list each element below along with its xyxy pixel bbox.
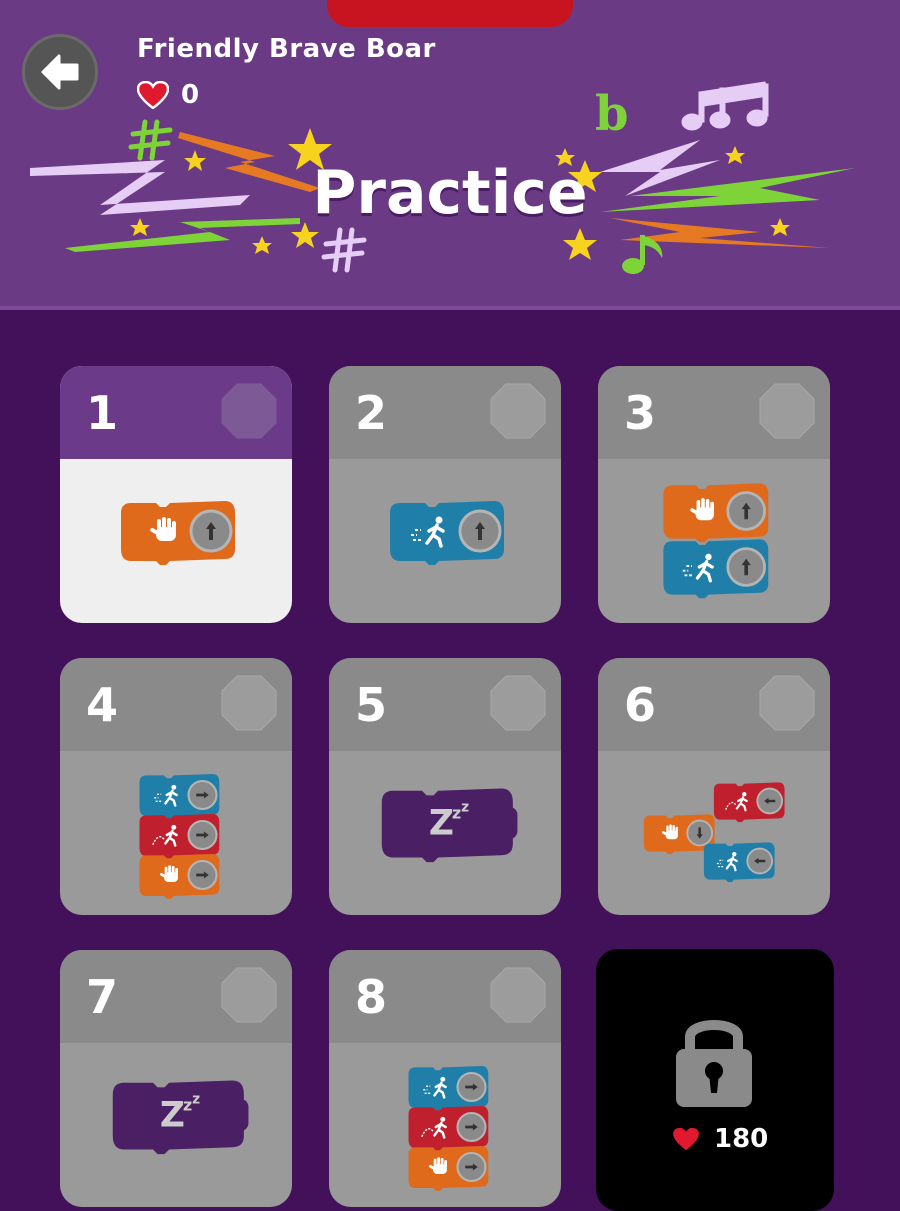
player-name: Friendly Brave Boar	[137, 34, 436, 64]
svg-text:b: b	[595, 86, 629, 142]
top-tab[interactable]	[327, 0, 573, 27]
level-number: 3	[624, 386, 657, 440]
level-blocks	[329, 459, 561, 623]
svg-text:z: z	[461, 800, 469, 816]
level-blocks	[598, 751, 830, 915]
level-blocks	[329, 1043, 561, 1207]
level-number: 7	[86, 970, 119, 1024]
level-card-8[interactable]: 8	[329, 950, 561, 1207]
octagon-badge-icon	[759, 675, 815, 731]
code-block	[663, 539, 769, 599]
header-edge	[0, 280, 900, 310]
level-blocks: Zzz	[60, 1043, 292, 1207]
code-block	[390, 501, 504, 565]
level-card-7[interactable]: 7 Zzz	[60, 950, 292, 1207]
octagon-badge-icon	[221, 675, 277, 731]
code-block: Zz z	[381, 788, 518, 863]
octagon-badge-icon	[759, 383, 815, 439]
level-number: 1	[86, 386, 119, 440]
padlock-icon	[676, 1020, 752, 1107]
octagon-badge-icon	[490, 383, 546, 439]
level-number: 6	[624, 678, 657, 732]
level-card-3[interactable]: 3	[598, 366, 830, 623]
code-block	[139, 814, 220, 859]
level-blocks	[60, 751, 292, 915]
svg-text:Z: Z	[429, 804, 454, 844]
octagon-badge-icon	[221, 967, 277, 1023]
level-number: 8	[355, 970, 388, 1024]
svg-text:z: z	[452, 803, 461, 822]
svg-text:Z: Z	[160, 1096, 185, 1136]
svg-text:z: z	[183, 1095, 192, 1114]
code-block: Zz z	[112, 1080, 249, 1155]
code-block	[139, 774, 220, 819]
level-blocks	[598, 459, 830, 623]
locked-level-card[interactable]: 180	[596, 949, 834, 1211]
level-blocks	[60, 459, 292, 623]
svg-text:z: z	[192, 1092, 200, 1108]
octagon-badge-icon	[490, 675, 546, 731]
level-card-6[interactable]: 6	[598, 658, 830, 915]
octagon-badge-icon	[490, 967, 546, 1023]
level-blocks: Zzz	[329, 751, 561, 915]
code-block	[643, 814, 715, 855]
level-card-5[interactable]: 5 Zzz	[329, 658, 561, 915]
octagon-badge-icon	[221, 383, 277, 439]
level-number: 2	[355, 386, 388, 440]
code-block	[408, 1106, 489, 1151]
level-card-1[interactable]: 1	[60, 366, 292, 623]
code-block	[121, 501, 235, 565]
level-card-4[interactable]: 4	[60, 658, 292, 915]
code-block	[139, 854, 220, 899]
unlock-cost-value: 180	[714, 1124, 769, 1154]
unlock-cost: 180	[672, 1124, 768, 1154]
code-block	[663, 483, 769, 543]
level-number: 5	[355, 678, 388, 732]
code-block	[408, 1146, 489, 1191]
heart-icon	[673, 1127, 699, 1151]
level-card-2[interactable]: 2	[329, 366, 561, 623]
code-block	[713, 782, 785, 823]
code-block	[408, 1066, 489, 1111]
level-number: 4	[86, 678, 119, 732]
page-title: Practice	[312, 158, 588, 228]
code-block	[703, 842, 775, 883]
